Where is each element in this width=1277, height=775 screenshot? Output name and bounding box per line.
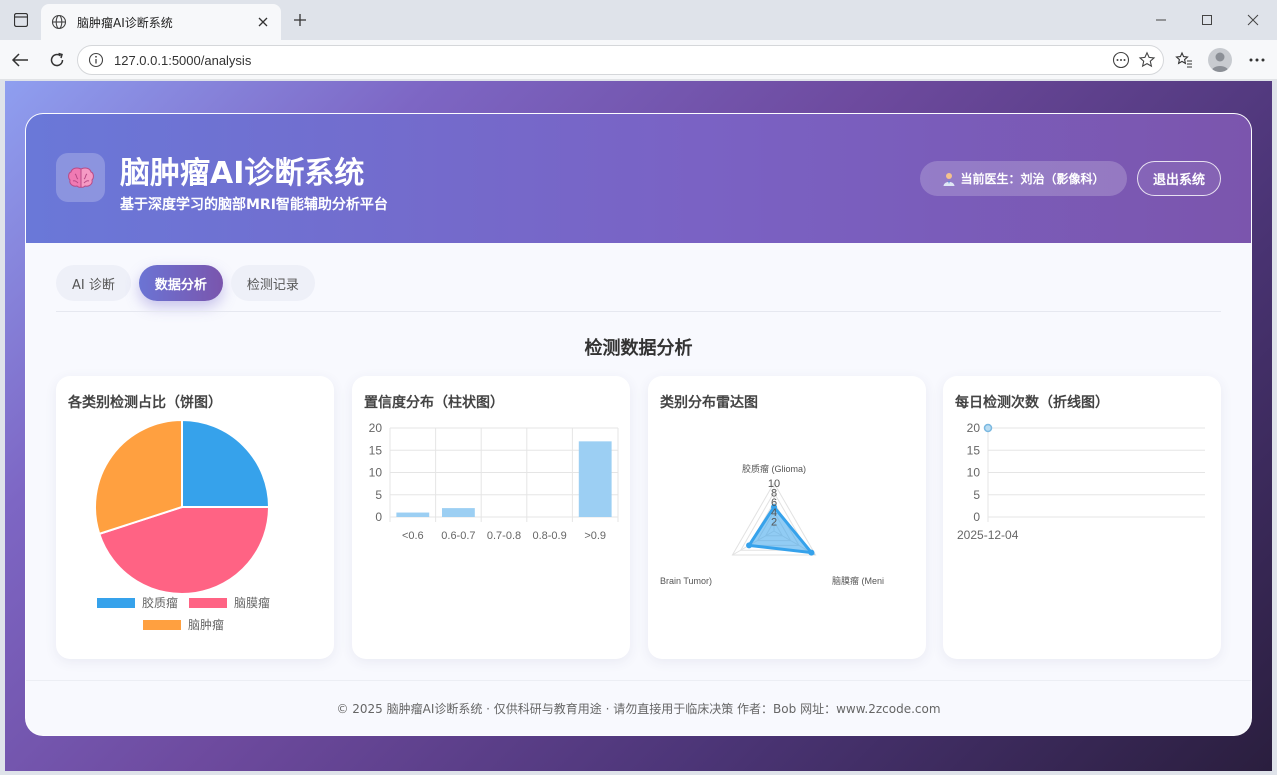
y-tick-label: 10 bbox=[369, 466, 383, 480]
tab-detection-records[interactable]: 检测记录 bbox=[230, 265, 315, 301]
tab-data-analysis[interactable]: 数据分析 bbox=[138, 265, 223, 301]
bar-chart: 0 5 10 15 20 <0.6 0.6-0.7 0.7-0.8 0.8-0.9 >0.9 bbox=[369, 421, 619, 542]
minimize-icon[interactable] bbox=[1151, 10, 1171, 30]
footer-text: © 2025 脑肿瘤AI诊断系统 · 仅供科研与教育用途 · 请勿直接用于临床决… bbox=[336, 702, 941, 716]
bar bbox=[396, 512, 430, 517]
radar-tick-label: 10 bbox=[768, 478, 780, 490]
y-tick-label: 20 bbox=[369, 421, 383, 435]
globe-icon bbox=[51, 14, 67, 30]
close-tab-icon[interactable] bbox=[255, 14, 271, 30]
url-text: 127.0.0.1:5000/analysis bbox=[114, 52, 252, 68]
y-tick-label: 5 bbox=[375, 488, 382, 502]
radar-axis-label: 胶质瘤 (Glioma) bbox=[742, 463, 806, 474]
reload-icon[interactable] bbox=[47, 50, 67, 70]
line-chart-panel: 每日检测次数（折线图） 0 5 10 15 20 2025-12-04 bbox=[943, 376, 1221, 659]
browser-tab-strip: 脑肿瘤AI诊断系统 bbox=[0, 0, 1277, 40]
y-tick-label: 15 bbox=[369, 443, 383, 457]
y-tick-label: 5 bbox=[973, 488, 980, 502]
settings-menu-icon[interactable] bbox=[1247, 50, 1267, 70]
y-tick-label: 15 bbox=[967, 443, 981, 457]
bar bbox=[441, 508, 475, 517]
logout-button[interactable]: 退出系统 bbox=[1137, 161, 1221, 196]
legend-label: 胶质瘤 bbox=[142, 595, 178, 610]
radar-chart: 246810胶质瘤 (Glioma)脑膜瘤 (MeniBrain Tumor) bbox=[660, 463, 884, 586]
footer-divider bbox=[26, 680, 1251, 681]
pie-slice bbox=[181, 418, 271, 508]
back-icon[interactable] bbox=[10, 50, 30, 70]
x-tick-label: 0.8-0.9 bbox=[532, 530, 566, 542]
y-tick-label: 0 bbox=[375, 510, 382, 524]
section-title: 检测数据分析 bbox=[584, 338, 693, 359]
header-banner: 脑肿瘤AI诊断系统 基于深度学习的脑部MRI智能辅助分析平台 当前医生：刘治（影… bbox=[26, 114, 1251, 243]
site-info-icon[interactable] bbox=[88, 52, 104, 68]
url-bar[interactable]: 127.0.0.1:5000/analysis bbox=[77, 45, 1164, 75]
address-toolbar: 127.0.0.1:5000/analysis bbox=[0, 40, 1277, 80]
radar-area bbox=[746, 504, 815, 555]
app-card: 脑肿瘤AI诊断系统 基于深度学习的脑部MRI智能辅助分析平台 当前医生：刘治（影… bbox=[25, 113, 1252, 736]
favorites-icon[interactable] bbox=[1174, 50, 1194, 70]
pie-chart: 胶质瘤 脑膜瘤脑肿瘤 bbox=[94, 418, 271, 632]
tab-actions-icon[interactable] bbox=[12, 11, 30, 29]
legend-swatch bbox=[143, 620, 181, 630]
y-tick-label: 0 bbox=[973, 510, 980, 524]
brain-icon bbox=[56, 153, 105, 202]
line-chart: 0 5 10 15 20 2025-12-04 bbox=[957, 421, 1205, 542]
radar-axis-label: Brain Tumor) bbox=[660, 576, 712, 586]
y-tick-label: 20 bbox=[967, 421, 981, 435]
x-tick-label: 0.6-0.7 bbox=[441, 530, 475, 542]
tab-ai-diagnosis[interactable]: AI 诊断 bbox=[56, 265, 131, 301]
legend-swatch bbox=[189, 598, 227, 608]
app-title: 脑肿瘤AI诊断系统 bbox=[120, 156, 365, 191]
line-point bbox=[983, 423, 993, 433]
legend-swatch bbox=[97, 598, 135, 608]
pie-chart-panel: 各类别检测占比（饼图） 胶质瘤 脑膜瘤 脑肿瘤 bbox=[56, 376, 334, 659]
main-tabs: AI 诊断 数据分析 检测记录 bbox=[56, 265, 315, 303]
doctor-label: 当前医生：刘治（影像科） bbox=[960, 172, 1105, 186]
x-tick-label: 2025-12-04 bbox=[957, 528, 1019, 542]
x-tick-label: >0.9 bbox=[584, 530, 606, 542]
app-subtitle: 基于深度学习的脑部MRI智能辅助分析平台 bbox=[120, 197, 388, 213]
doctor-icon bbox=[942, 172, 956, 186]
tabs-divider bbox=[56, 311, 1221, 312]
page-viewport: 脑肿瘤AI诊断系统 基于深度学习的脑部MRI智能辅助分析平台 当前医生：刘治（影… bbox=[5, 81, 1272, 771]
legend-label: 脑膜瘤 bbox=[234, 595, 270, 610]
x-tick-label: <0.6 bbox=[402, 530, 424, 542]
browser-tab[interactable]: 脑肿瘤AI诊断系统 bbox=[41, 4, 281, 40]
doctor-badge: 当前医生：刘治（影像科） bbox=[920, 161, 1127, 196]
x-tick-label: 0.7-0.8 bbox=[487, 530, 521, 542]
radar-point bbox=[746, 542, 753, 549]
maximize-icon[interactable] bbox=[1197, 10, 1217, 30]
more-options-icon[interactable] bbox=[1111, 50, 1131, 70]
close-window-icon[interactable] bbox=[1243, 10, 1263, 30]
radar-point bbox=[808, 549, 815, 556]
y-tick-label: 10 bbox=[967, 466, 981, 480]
browser-tab-title: 脑肿瘤AI诊断系统 bbox=[77, 15, 173, 30]
favorite-star-icon[interactable] bbox=[1137, 50, 1157, 70]
bar-chart-panel: 置信度分布（柱状图） 0 5 10 15 20 <0.6 0.6-0.7 0.7-0.8 0.8… bbox=[352, 376, 630, 659]
legend-label: 脑肿瘤 bbox=[188, 617, 224, 632]
radar-chart-panel: 类别分布雷达图 2 4 6 8 10 胶质瘤 (Glioma) 脑膜瘤 (Meni Brain… bbox=[648, 376, 926, 659]
bar bbox=[578, 441, 612, 517]
new-tab-icon[interactable] bbox=[290, 10, 310, 30]
radar-axis-label: 脑膜瘤 (Meni bbox=[832, 575, 884, 586]
profile-avatar[interactable] bbox=[1208, 48, 1232, 72]
